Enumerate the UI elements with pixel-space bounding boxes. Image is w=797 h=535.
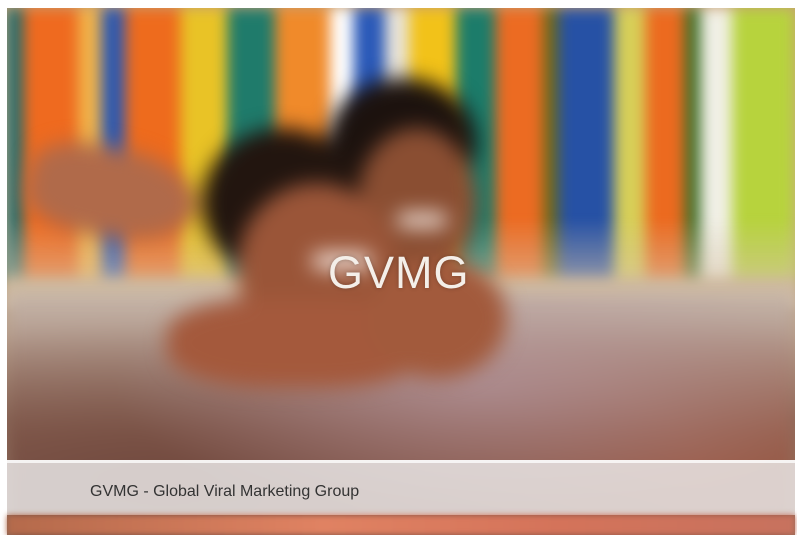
caption-text: GVMG - Global Viral Marketing Group (90, 483, 360, 500)
photo-shape (397, 213, 447, 227)
overlay-title: GVMG (328, 247, 470, 298)
slideshow-frame: GVMG GVMG - Global Viral Marketing Group (0, 0, 797, 535)
photo-bottom-strip (7, 515, 795, 535)
caption-bar[interactable]: GVMG - Global Viral Marketing Group (7, 460, 795, 515)
photo-shape (19, 131, 205, 255)
